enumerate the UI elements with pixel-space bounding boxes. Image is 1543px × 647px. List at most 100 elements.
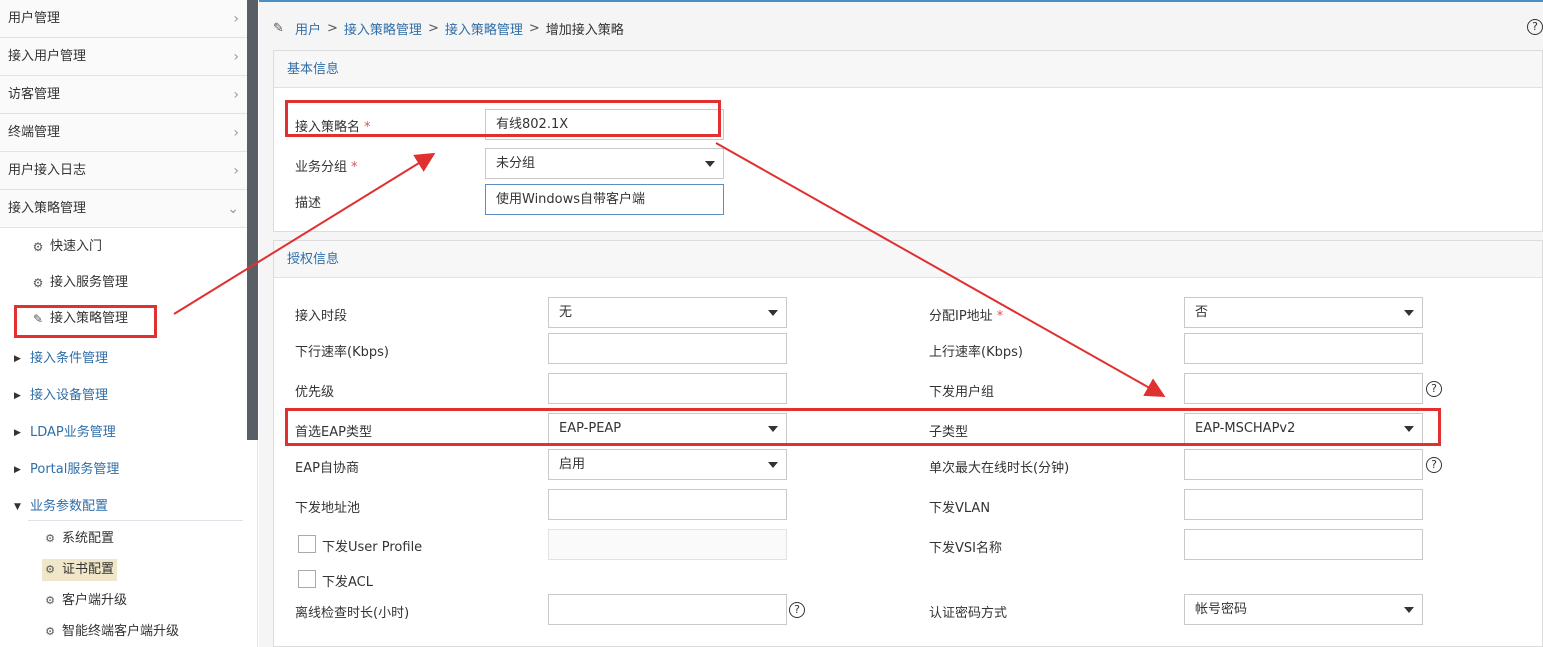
- sidebar-cat-params[interactable]: ▼ 业务参数配置: [14, 495, 108, 519]
- sidebar-param-label: 智能终端客户端升级: [62, 624, 180, 639]
- service-icon: ⚙: [32, 276, 44, 290]
- offline-check-label: 离线检查时长(小时): [295, 606, 410, 621]
- access-time-label: 接入时段: [295, 309, 348, 324]
- chevron-right-icon: ›: [233, 163, 239, 179]
- dropdown-arrow-icon: [768, 462, 778, 468]
- assign-ip-label-text: 分配IP地址: [929, 309, 993, 324]
- annotation-box-policy-name: [285, 100, 721, 137]
- sidebar-cat-ldap[interactable]: ▶ LDAP业务管理: [14, 421, 116, 445]
- service-group-value: 未分组: [496, 156, 536, 171]
- acl-checkbox[interactable]: [298, 570, 316, 588]
- max-online-label: 单次最大在线时长(分钟): [929, 461, 1070, 476]
- policy-icon: ✎: [273, 20, 284, 36]
- breadcrumb-separator: >: [528, 21, 540, 36]
- sidebar-item-access-policy-mgmt[interactable]: 接入策略管理 ⌄: [0, 190, 247, 228]
- caret-right-icon: ▶: [14, 391, 21, 401]
- main-content: ✎ 用户 > 接入策略管理 > 接入策略管理 > 增加接入策略 ? 基本信息 接…: [259, 0, 1543, 647]
- help-icon[interactable]: ?: [1426, 381, 1442, 397]
- sidebar-cat-label: 业务参数配置: [30, 499, 109, 514]
- vlan-input[interactable]: [1184, 489, 1423, 520]
- chevron-right-icon: ›: [233, 49, 239, 65]
- chevron-down-icon: ⌄: [227, 201, 239, 217]
- breadcrumb-separator: >: [427, 21, 439, 36]
- sidebar-item-user-mgmt[interactable]: 用户管理 ›: [0, 0, 247, 38]
- sidebar-param-system[interactable]: ⚙ 系统配置: [42, 528, 114, 550]
- sidebar-item-label: 访客管理: [8, 87, 61, 102]
- description-input[interactable]: 使用Windows自带客户端: [485, 184, 724, 215]
- user-profile-checkbox[interactable]: [298, 535, 316, 553]
- sidebar-item-label: 用户管理: [8, 11, 61, 26]
- chevron-right-icon: ›: [233, 125, 239, 141]
- dropdown-arrow-icon: [768, 310, 778, 316]
- vlan-label: 下发VLAN: [929, 501, 991, 516]
- basic-info-panel: 基本信息: [273, 50, 1543, 232]
- sidebar-scrollbar[interactable]: [247, 0, 258, 440]
- vsi-input[interactable]: [1184, 529, 1423, 560]
- help-icon[interactable]: ?: [1527, 19, 1543, 35]
- divider: [28, 520, 243, 521]
- auth-info-title: 授权信息: [274, 241, 1542, 278]
- sidebar-cat-portal[interactable]: ▶ Portal服务管理: [14, 458, 119, 482]
- breadcrumb-link-user[interactable]: 用户: [295, 19, 321, 38]
- cert-config-icon: ⚙: [45, 563, 55, 576]
- sidebar-param-cert[interactable]: ⚙ 证书配置: [42, 559, 118, 581]
- offline-check-input[interactable]: [548, 594, 787, 625]
- acl-label: 下发ACL: [322, 575, 373, 590]
- sidebar-item-guest-mgmt[interactable]: 访客管理 ›: [0, 76, 247, 114]
- priority-input[interactable]: [548, 373, 787, 404]
- assign-ip-select[interactable]: 否: [1184, 297, 1423, 328]
- sidebar-param-label: 系统配置: [62, 531, 115, 546]
- uplink-rate-label: 上行速率(Kbps): [929, 345, 1023, 360]
- password-method-select[interactable]: 帐号密码: [1184, 594, 1423, 625]
- downlink-rate-label: 下行速率(Kbps): [295, 345, 389, 360]
- sidebar-item-label: 用户接入日志: [8, 163, 87, 178]
- address-pool-label: 下发地址池: [295, 501, 361, 516]
- sidebar-sub-quickstart[interactable]: ⚙ 快速入门: [30, 235, 102, 259]
- quickstart-icon: ⚙: [32, 240, 44, 254]
- caret-right-icon: ▶: [14, 465, 21, 475]
- password-method-label: 认证密码方式: [929, 606, 1008, 621]
- smart-upgrade-icon: ⚙: [45, 625, 55, 638]
- breadcrumb-link-policy-mgmt-2[interactable]: 接入策略管理: [445, 19, 523, 38]
- annotation-box-sidebar: [14, 305, 157, 338]
- help-icon[interactable]: ?: [789, 602, 805, 618]
- service-group-select[interactable]: 未分组: [485, 148, 724, 179]
- sidebar-cat-condition[interactable]: ▶ 接入条件管理: [14, 347, 108, 371]
- password-method-value: 帐号密码: [1195, 602, 1248, 617]
- user-group-input[interactable]: [1184, 373, 1423, 404]
- dropdown-arrow-icon: [705, 161, 715, 167]
- sidebar-param-smart-upgrade[interactable]: ⚙ 智能终端客户端升级: [42, 621, 179, 643]
- chevron-right-icon: ›: [233, 87, 239, 103]
- max-online-input[interactable]: [1184, 449, 1423, 480]
- eap-nego-select[interactable]: 启用: [548, 449, 787, 480]
- address-pool-input[interactable]: [548, 489, 787, 520]
- client-upgrade-icon: ⚙: [45, 594, 55, 607]
- breadcrumb-current: 增加接入策略: [545, 23, 624, 38]
- sidebar-item-access-user-mgmt[interactable]: 接入用户管理 ›: [0, 38, 247, 76]
- sidebar-param-label: 客户端升级: [62, 593, 128, 608]
- service-group-label-text: 业务分组: [295, 160, 348, 175]
- sidebar-cat-label: Portal服务管理: [30, 462, 120, 477]
- breadcrumb-link-policy-mgmt[interactable]: 接入策略管理: [344, 19, 422, 38]
- sidebar-item-access-log[interactable]: 用户接入日志 ›: [0, 152, 247, 190]
- uplink-rate-input[interactable]: [1184, 333, 1423, 364]
- help-icon[interactable]: ?: [1426, 457, 1442, 473]
- annotation-box-eap: [285, 408, 1441, 446]
- required-mark: *: [996, 309, 1004, 324]
- chevron-right-icon: ›: [233, 11, 239, 27]
- sidebar-param-client-upgrade[interactable]: ⚙ 客户端升级: [42, 590, 127, 612]
- caret-right-icon: ▶: [14, 354, 21, 364]
- sidebar-cat-device[interactable]: ▶ 接入设备管理: [14, 384, 108, 408]
- priority-label: 优先级: [295, 385, 335, 400]
- sidebar-sub-access-service[interactable]: ⚙ 接入服务管理: [30, 271, 128, 295]
- access-time-select[interactable]: 无: [548, 297, 787, 328]
- sidebar-menu: 用户管理 › 接入用户管理 › 访客管理 › 终端管理 › 用户接入日志 › 接入策略管理…: [0, 0, 247, 228]
- basic-info-title: 基本信息: [274, 51, 1542, 88]
- downlink-rate-input[interactable]: [548, 333, 787, 364]
- eap-nego-value: 启用: [559, 457, 586, 472]
- sidebar-item-terminal-mgmt[interactable]: 终端管理 ›: [0, 114, 247, 152]
- user-profile-input[interactable]: [548, 529, 787, 560]
- assign-ip-label: 分配IP地址 *: [929, 305, 1003, 324]
- eap-nego-label: EAP自协商: [295, 461, 359, 476]
- vsi-label: 下发VSI名称: [929, 541, 1002, 556]
